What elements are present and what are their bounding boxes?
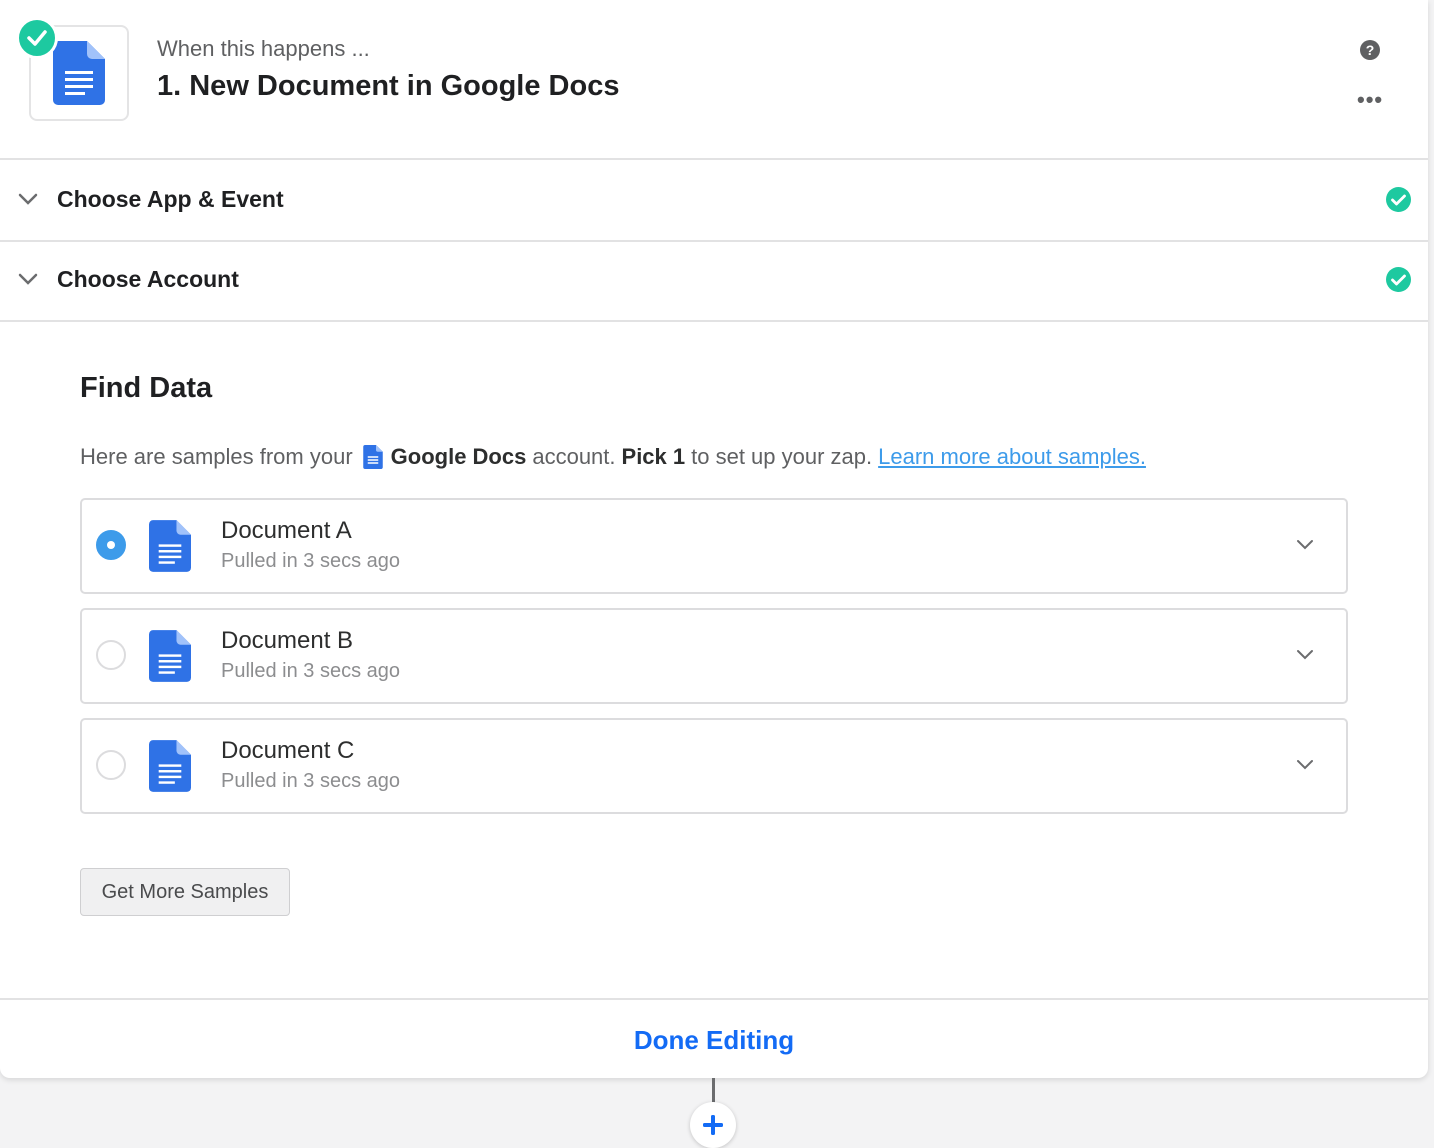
sample-item[interactable]: Document C Pulled in 3 secs ago [80,718,1348,814]
sample-meta: Pulled in 3 secs ago [221,550,401,572]
google-docs-icon [362,445,383,469]
google-docs-icon [149,740,191,792]
sample-item[interactable]: Document B Pulled in 3 secs ago [80,608,1348,704]
sample-item[interactable]: Document A Pulled in 3 secs ago [80,498,1348,594]
sample-radio-selected[interactable] [96,530,126,560]
sample-name: Document A [221,517,352,544]
find-data-intro: Here are samples from your Google Docs a… [80,444,1146,470]
google-docs-icon [149,630,191,682]
section-label: Choose App & Event [57,186,284,212]
chevron-down-icon[interactable] [1296,538,1314,550]
learn-more-link[interactable]: Learn more about samples. [878,444,1146,470]
section-choose-account[interactable]: Choose Account [0,240,1428,322]
add-step-button[interactable] [690,1102,736,1148]
section-label: Choose Account [57,266,239,292]
help-icon[interactable]: ? [1360,40,1380,60]
chevron-down-icon [18,193,38,205]
more-options-icon[interactable]: ••• [1357,89,1383,112]
google-docs-icon [53,41,105,105]
section-choose-app-event[interactable]: Choose App & Event [0,160,1428,242]
sample-meta: Pulled in 3 secs ago [221,770,401,792]
sample-meta: Pulled in 3 secs ago [221,660,401,682]
intro-app-name: Google Docs [390,444,527,469]
chevron-down-icon[interactable] [1296,648,1314,660]
done-editing-button[interactable]: Done Editing [0,1000,1428,1078]
check-icon [27,30,47,46]
plus-icon [703,1115,723,1135]
step-complete-badge [16,17,58,59]
card-footer: Done Editing [0,998,1428,1078]
intro-pick: Pick 1 [621,444,686,469]
google-docs-icon [149,520,191,572]
intro-mid: account. [532,444,616,469]
chevron-down-icon[interactable] [1296,758,1314,770]
step-label: When this happens ... [157,36,370,61]
sample-radio[interactable] [96,640,126,670]
check-circle-icon [1386,187,1411,212]
intro-prefix: Here are samples from your [80,444,353,469]
step-card: When this happens ... 1. New Document in… [0,0,1428,1078]
find-data-title: Find Data [80,372,213,404]
sample-name: Document C [221,737,355,764]
sample-radio[interactable] [96,750,126,780]
chevron-down-icon [18,273,38,285]
get-more-samples-button[interactable]: Get More Samples [80,868,290,916]
check-circle-icon [1386,267,1411,292]
step-header: When this happens ... 1. New Document in… [0,0,1428,160]
sample-name: Document B [221,627,354,654]
intro-suffix: to set up your zap. [691,444,873,469]
step-title: 1. New Document in Google Docs [157,70,620,102]
